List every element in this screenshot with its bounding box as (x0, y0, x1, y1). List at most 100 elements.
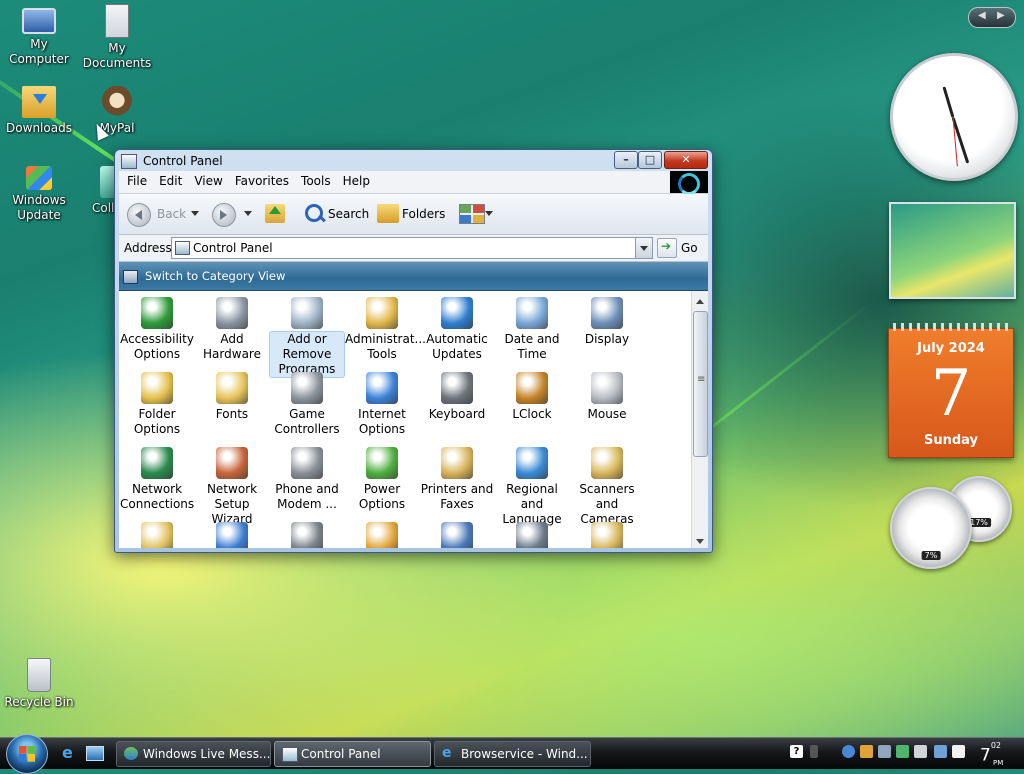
gadget-next-icon[interactable]: ▶ (997, 10, 1005, 21)
control-panel-item[interactable] (420, 522, 494, 548)
taskbar-button-messenger[interactable]: Windows Live Mess... (116, 741, 271, 767)
control-panel-item[interactable]: Folder Options (120, 372, 194, 437)
cpu-meter-gadget[interactable]: 7% (890, 487, 972, 569)
address-value[interactable]: Control Panel (193, 241, 273, 255)
control-panel-item[interactable] (495, 522, 569, 548)
minimize-button[interactable]: – (614, 151, 638, 169)
control-panel-item[interactable] (345, 522, 419, 548)
control-panel-item[interactable] (570, 522, 644, 548)
desktop-icon-label: My Documents (82, 41, 152, 70)
menu-help[interactable]: Help (337, 171, 376, 188)
control-panel-item[interactable] (195, 522, 269, 548)
notepad-tray-icon[interactable] (952, 745, 965, 758)
views-icon[interactable] (459, 204, 485, 224)
messenger-tray-icon[interactable] (842, 745, 855, 758)
control-panel-item[interactable] (270, 522, 344, 548)
control-panel-item[interactable]: Mouse (570, 372, 644, 422)
control-panel-item[interactable]: Printers and Faxes (420, 447, 494, 512)
desktop-icon-recycle-bin[interactable]: Recycle Bin (0, 658, 78, 710)
close-button[interactable]: ✕ (664, 151, 708, 169)
folders-icon[interactable] (377, 204, 399, 223)
update-tray-icon[interactable] (896, 745, 909, 758)
item-label-line: LClock (512, 407, 552, 421)
scroll-up-button[interactable] (692, 291, 708, 307)
tray-expand-icon[interactable] (810, 745, 818, 758)
ie-icon: e (442, 745, 452, 761)
menu-view[interactable]: View (188, 171, 228, 188)
taskbar-button-control-panel[interactable]: Control Panel (274, 741, 431, 767)
control-panel-item[interactable]: Game Controllers (270, 372, 344, 437)
taskbar-button-browservice[interactable]: e Browservice - Wind... (434, 741, 591, 767)
control-panel-item[interactable]: Automatic Updates (420, 297, 494, 362)
control-panel-item[interactable]: Scanners and Cameras (570, 447, 644, 527)
back-dropdown-icon[interactable] (191, 211, 199, 220)
scroll-down-button[interactable] (692, 532, 708, 548)
menu-file[interactable]: File (121, 171, 153, 188)
back-button[interactable] (127, 203, 151, 227)
control-panel-item[interactable]: Administrat... Tools (345, 297, 426, 362)
menu-edit[interactable]: Edit (153, 171, 188, 188)
desktop-icon-mypal[interactable]: MyPal (78, 86, 156, 136)
folders-button[interactable]: Folders (402, 207, 445, 221)
show-desktop-icon[interactable] (86, 746, 104, 761)
address-input[interactable]: Control Panel (171, 237, 653, 259)
security-tray-icon[interactable] (860, 745, 873, 758)
switch-category-view-link[interactable]: Switch to Category View (145, 269, 285, 283)
control-panel-item[interactable]: Internet Options (345, 372, 419, 437)
up-folder-button[interactable] (265, 204, 285, 223)
address-dropdown-button[interactable] (635, 238, 652, 258)
sounds-icon (291, 522, 323, 548)
control-panel-item[interactable]: Power Options (345, 447, 419, 512)
internet-explorer-icon[interactable]: e (62, 745, 78, 761)
control-panel-item[interactable]: Network Connections (120, 447, 194, 512)
vertical-scrollbar[interactable] (691, 291, 708, 548)
network-tray-icon[interactable] (878, 745, 891, 758)
control-panel-item[interactable]: Add or Remove Programs (270, 297, 344, 377)
start-button[interactable] (6, 734, 48, 774)
search-icon[interactable] (305, 204, 323, 222)
display-tray-icon[interactable] (934, 745, 947, 758)
fonts-icon (216, 372, 248, 404)
views-dropdown-icon[interactable] (485, 211, 493, 220)
control-panel-item[interactable]: Add Hardware (195, 297, 269, 362)
category-view-bar[interactable]: Switch to Category View (119, 262, 708, 291)
go-arrow-icon[interactable] (657, 238, 677, 258)
slideshow-gadget[interactable] (889, 202, 1016, 299)
maximize-button[interactable]: □ (638, 151, 662, 169)
control-panel-item[interactable]: Display (570, 297, 644, 347)
menu-favorites[interactable]: Favorites (229, 171, 295, 188)
go-button[interactable]: Go (681, 241, 698, 255)
search-button[interactable]: Search (328, 207, 369, 221)
help-icon[interactable]: ? (790, 745, 803, 758)
security-center-icon (216, 522, 248, 548)
desktop-icon-downloads[interactable]: Downloads (0, 86, 78, 136)
scroll-thumb[interactable] (693, 311, 708, 457)
gadget-nav[interactable]: ◀ ▶ (968, 7, 1016, 28)
window-titlebar[interactable]: Control Panel – □ ✕ (115, 150, 712, 171)
control-panel-item[interactable]: Keyboard (420, 372, 494, 422)
volume-tray-icon[interactable] (914, 745, 927, 758)
menu-tools[interactable]: Tools (295, 171, 337, 188)
control-panel-window[interactable]: Control Panel – □ ✕ File Edit View Favorite… (114, 149, 713, 553)
control-panel-item[interactable]: Network Setup Wizard (195, 447, 269, 527)
item-label-line: Power (363, 482, 401, 496)
desktop-icon-my-computer[interactable]: My Computer (0, 4, 78, 67)
taskbar-clock[interactable]: 702 PM (980, 741, 1003, 767)
calendar-gadget[interactable]: July 2024 7 Sunday (888, 323, 1014, 458)
forward-button[interactable] (212, 203, 236, 227)
back-label[interactable]: Back (157, 207, 186, 221)
control-panel-item[interactable]: Phone and Modem ... (270, 447, 344, 512)
control-panel-item[interactable]: Fonts (195, 372, 269, 422)
gadget-prev-icon[interactable]: ◀ (978, 10, 986, 21)
control-panel-item[interactable]: Accessibility Options (120, 297, 194, 362)
control-panel-item[interactable]: LClock (495, 372, 569, 422)
forward-dropdown-icon[interactable] (244, 211, 252, 220)
control-panel-item[interactable]: Date and Time (495, 297, 569, 362)
control-panel-item-label: Phone and Modem ... (270, 482, 344, 512)
taskbar-button-label: Windows Live Mess... (143, 747, 271, 761)
desktop-icon-windows-update[interactable]: Windows Update (0, 166, 78, 223)
control-panel-item[interactable] (120, 522, 194, 548)
desktop-icon-label: Recycle Bin (4, 695, 74, 709)
clock-gadget[interactable] (890, 53, 1018, 181)
desktop-icon-my-documents[interactable]: My Documents (78, 4, 156, 71)
